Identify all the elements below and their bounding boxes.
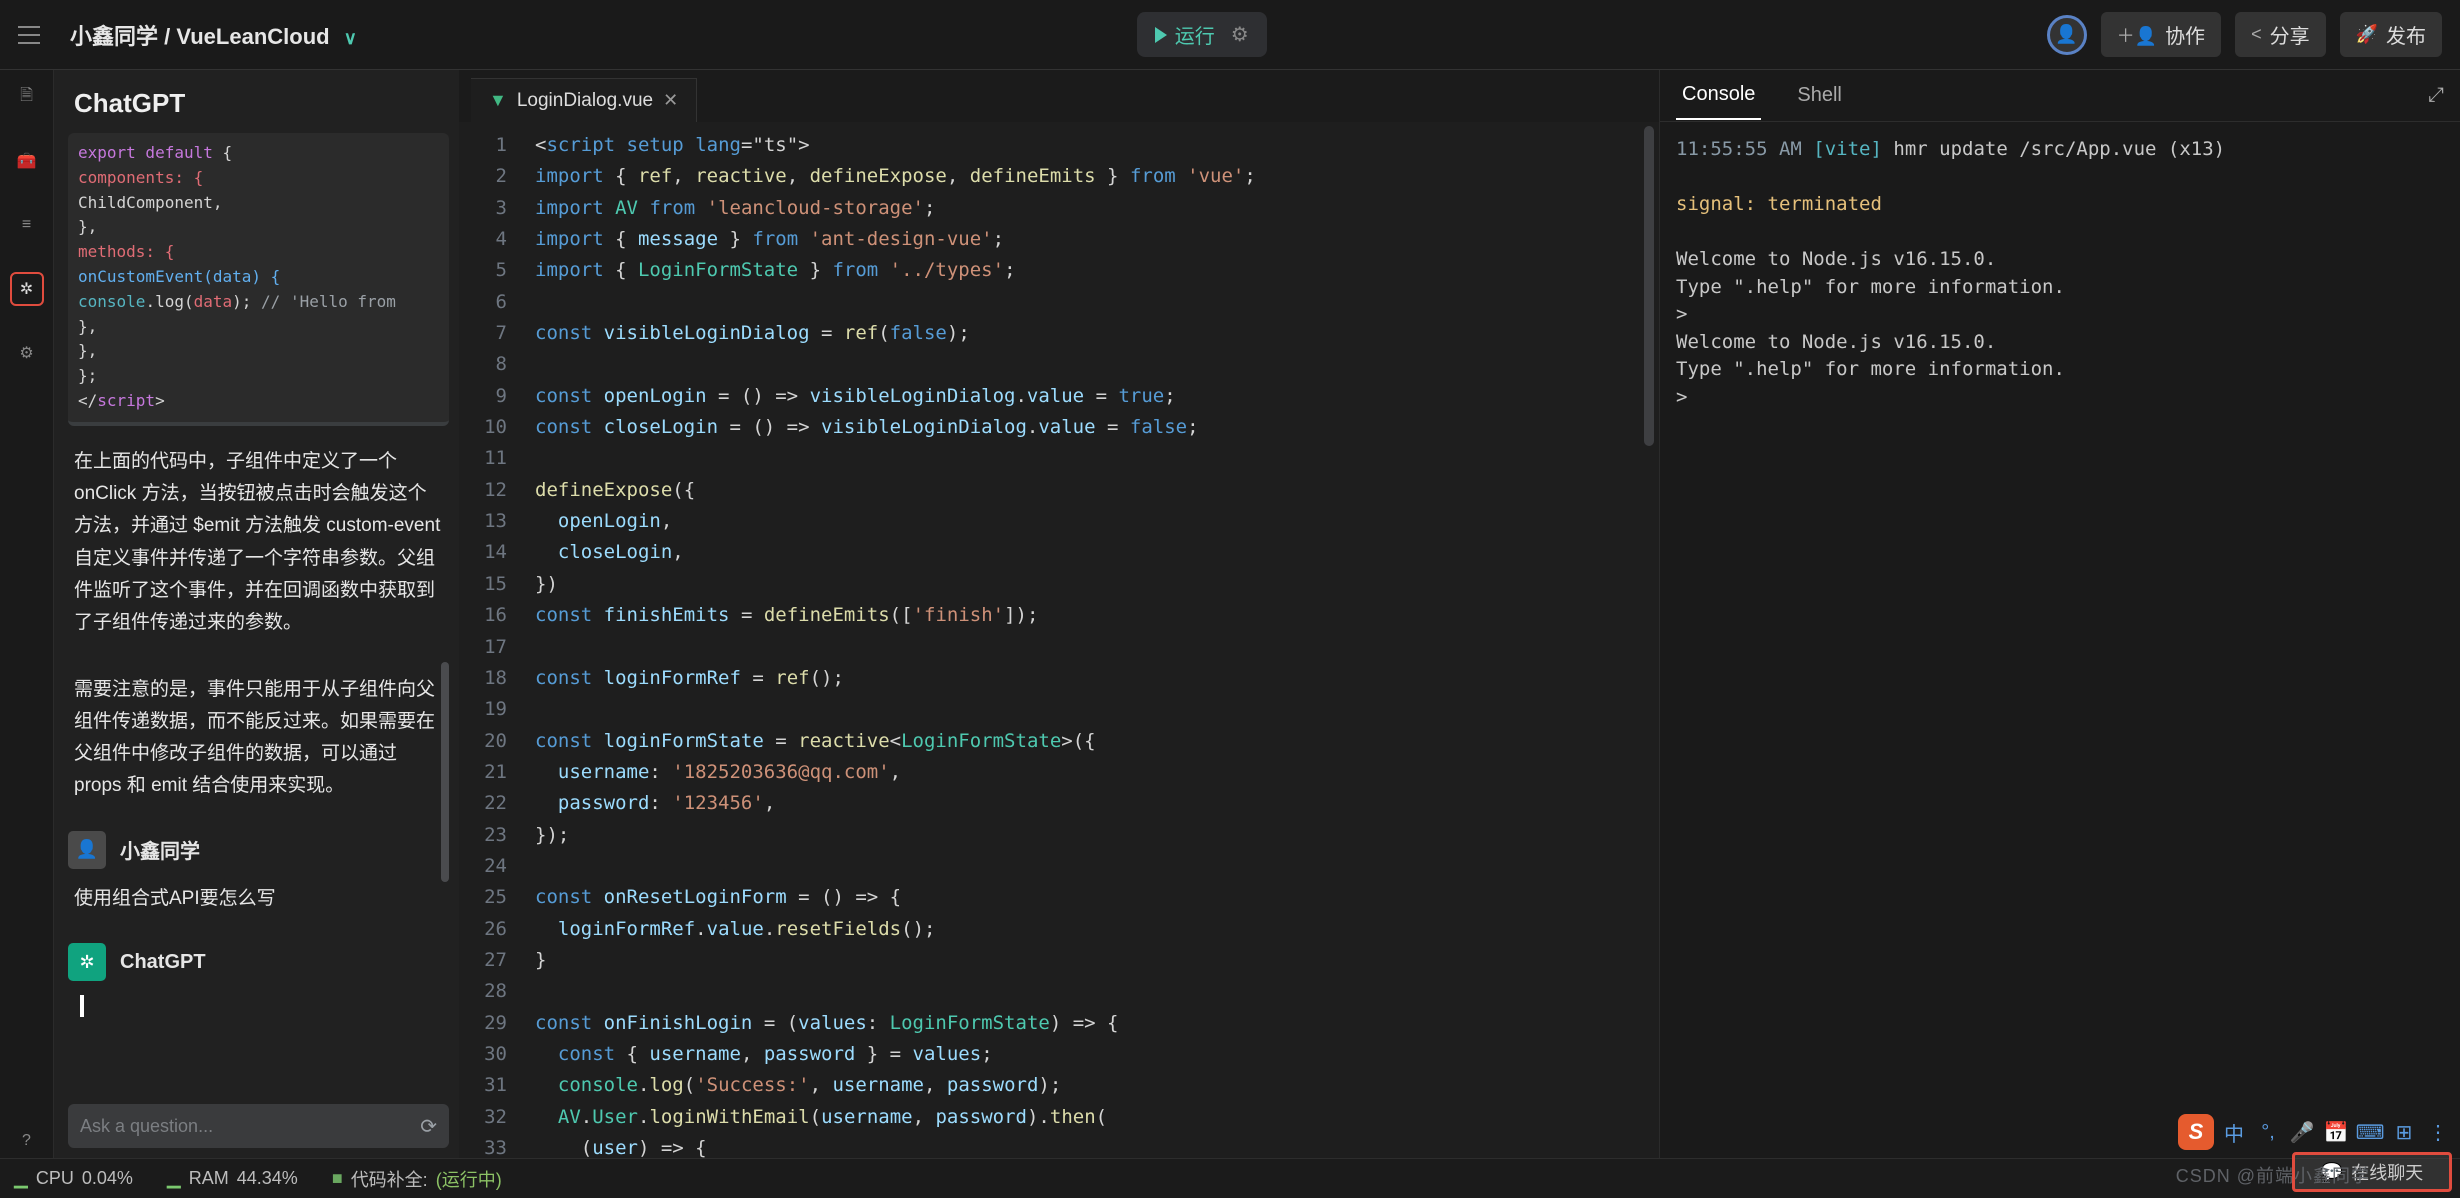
breadcrumb[interactable]: 小鑫同学 / VueLeanCloud ∨ bbox=[70, 19, 357, 51]
chat-paragraph: 需要注意的是，事件只能用于从子组件向父组件传递数据，而不能反过来。如果需要在父组… bbox=[68, 670, 449, 807]
share-button[interactable]: <分享 bbox=[2235, 12, 2326, 57]
chat-scrollbar-thumb[interactable] bbox=[441, 662, 449, 882]
rail-tools-icon[interactable]: 🧰 bbox=[10, 144, 44, 178]
gpt-message-text bbox=[68, 991, 449, 1032]
chat-title: ChatGPT bbox=[68, 84, 449, 133]
share-icon: < bbox=[2251, 24, 2262, 45]
ime-lang-icon[interactable]: 中 bbox=[2220, 1118, 2248, 1146]
chat-input-row: ⟳ bbox=[68, 1104, 449, 1148]
gpt-avatar-icon: ✲ bbox=[68, 943, 106, 981]
terminal-panel: Console Shell ⤢ 11:55:55 AM [vite] hmr u… bbox=[1660, 70, 2460, 1158]
tab-logindialog[interactable]: ▼ LoginDialog.vue ✕ bbox=[471, 78, 697, 122]
chat-refresh-icon[interactable]: ⟳ bbox=[420, 1114, 437, 1139]
play-icon bbox=[1155, 27, 1167, 43]
rail-chatgpt-icon[interactable]: ✲ bbox=[10, 272, 44, 306]
user-message-text: 使用组合式API要怎么写 bbox=[68, 879, 449, 919]
ime-toolbar[interactable]: S 中 °, 🎤 📅 ⌨ ⊞ ⋮ bbox=[2178, 1114, 2452, 1150]
breadcrumb-repo: VueLeanCloud bbox=[176, 24, 329, 49]
tab-bar: ▼ LoginDialog.vue ✕ bbox=[459, 70, 1659, 122]
chat-panel: ChatGPT export default { components: { C… bbox=[54, 70, 459, 1158]
close-icon[interactable]: ✕ bbox=[663, 90, 678, 111]
run-settings-icon[interactable]: ⚙ bbox=[1231, 22, 1249, 47]
ime-logo-icon[interactable]: S bbox=[2178, 1114, 2214, 1150]
rail-files-icon[interactable]: 🗎 bbox=[10, 80, 44, 114]
vue-icon: ▼ bbox=[489, 90, 507, 111]
chat-gpt-message: ✲ ChatGPT bbox=[68, 943, 449, 1032]
line-gutter: 1234567891011121314151617181920212223242… bbox=[459, 122, 517, 1158]
terminal-tabbar: Console Shell ⤢ bbox=[1660, 70, 2460, 122]
editor-body[interactable]: 1234567891011121314151617181920212223242… bbox=[459, 122, 1659, 1158]
side-rail: 🗎 🧰 ≡ ✲ ⚙ ? bbox=[0, 70, 54, 1158]
avatar[interactable]: 👤 bbox=[2047, 15, 2087, 55]
breadcrumb-owner: 小鑫同学 bbox=[70, 24, 158, 49]
status-bar: ▁CPU 0.04% ▁RAM 44.34% ■代码补全: (运行中) bbox=[0, 1158, 2460, 1198]
menu-icon[interactable] bbox=[18, 26, 40, 44]
editor-scrollbar[interactable] bbox=[1641, 124, 1657, 1156]
publish-button[interactable]: 🚀发布 bbox=[2340, 12, 2442, 57]
expand-icon[interactable]: ⤢ bbox=[2428, 84, 2444, 107]
run-toolbar: 运行 ⚙ bbox=[1137, 12, 1267, 57]
topbar: 小鑫同学 / VueLeanCloud ∨ 运行 ⚙ 👤 ＋👤协作 <分享 🚀发… bbox=[0, 0, 2460, 70]
user-name: 小鑫同学 bbox=[120, 835, 200, 864]
collab-button[interactable]: ＋👤协作 bbox=[2101, 12, 2221, 57]
rail-help-icon[interactable]: ? bbox=[10, 1124, 44, 1158]
run-button[interactable]: 运行 bbox=[1155, 20, 1215, 49]
rocket-icon: 🚀 bbox=[2356, 24, 2378, 45]
status-cpu: ▁CPU 0.04% bbox=[14, 1168, 133, 1189]
tab-shell[interactable]: Shell bbox=[1791, 72, 1847, 119]
person-add-icon: ＋👤 bbox=[2117, 22, 2157, 48]
editor-panel: ▼ LoginDialog.vue ✕ 12345678910111213141… bbox=[459, 70, 1660, 1158]
main: 🗎 🧰 ≡ ✲ ⚙ ? ChatGPT export default { com… bbox=[0, 70, 2460, 1158]
status-ram: ▁RAM 44.34% bbox=[167, 1168, 298, 1189]
ime-punct-icon[interactable]: °, bbox=[2254, 1118, 2282, 1146]
terminal-body[interactable]: 11:55:55 AM [vite] hmr update /src/App.v… bbox=[1660, 122, 2460, 1158]
gpt-name: ChatGPT bbox=[120, 951, 206, 974]
ime-mic-icon[interactable]: 🎤 bbox=[2288, 1118, 2316, 1146]
editor-scrollbar-thumb[interactable] bbox=[1644, 126, 1654, 446]
ime-kb-icon[interactable]: ⌨ bbox=[2356, 1118, 2384, 1146]
tab-console[interactable]: Console bbox=[1676, 71, 1761, 120]
chat-paragraph: 在上面的代码中，子组件中定义了一个 onClick 方法，当按钮被点击时会触发这… bbox=[68, 442, 449, 644]
status-code-assist: ■代码补全: (运行中) bbox=[332, 1166, 502, 1192]
rail-settings-icon[interactable]: ⚙ bbox=[10, 336, 44, 370]
chat-scrollbar[interactable] bbox=[441, 442, 449, 1096]
user-avatar-icon: 👤 bbox=[68, 831, 106, 869]
watermark: CSDN @前端小鑫同学 bbox=[2176, 1162, 2370, 1188]
ime-more-icon[interactable]: ⋮ bbox=[2424, 1118, 2452, 1146]
typing-cursor bbox=[80, 995, 84, 1017]
chat-code-snippet: export default { components: { ChildComp… bbox=[68, 133, 449, 426]
ime-grid-icon[interactable]: ⊞ bbox=[2390, 1118, 2418, 1146]
dropdown-icon[interactable]: ∨ bbox=[344, 28, 357, 48]
topbar-right: 👤 ＋👤协作 <分享 🚀发布 bbox=[2047, 12, 2442, 57]
tab-label: LoginDialog.vue bbox=[517, 90, 653, 112]
rail-list-icon[interactable]: ≡ bbox=[10, 208, 44, 242]
chat-input[interactable] bbox=[80, 1116, 420, 1137]
code-area[interactable]: <script setup lang="ts"> import { ref, r… bbox=[517, 122, 1659, 1158]
chat-scroll: 在上面的代码中，子组件中定义了一个 onClick 方法，当按钮被点击时会触发这… bbox=[68, 442, 449, 1096]
chat-user-message: 👤 小鑫同学 使用组合式API要怎么写 bbox=[68, 831, 449, 919]
ime-cal-icon[interactable]: 📅 bbox=[2322, 1118, 2350, 1146]
